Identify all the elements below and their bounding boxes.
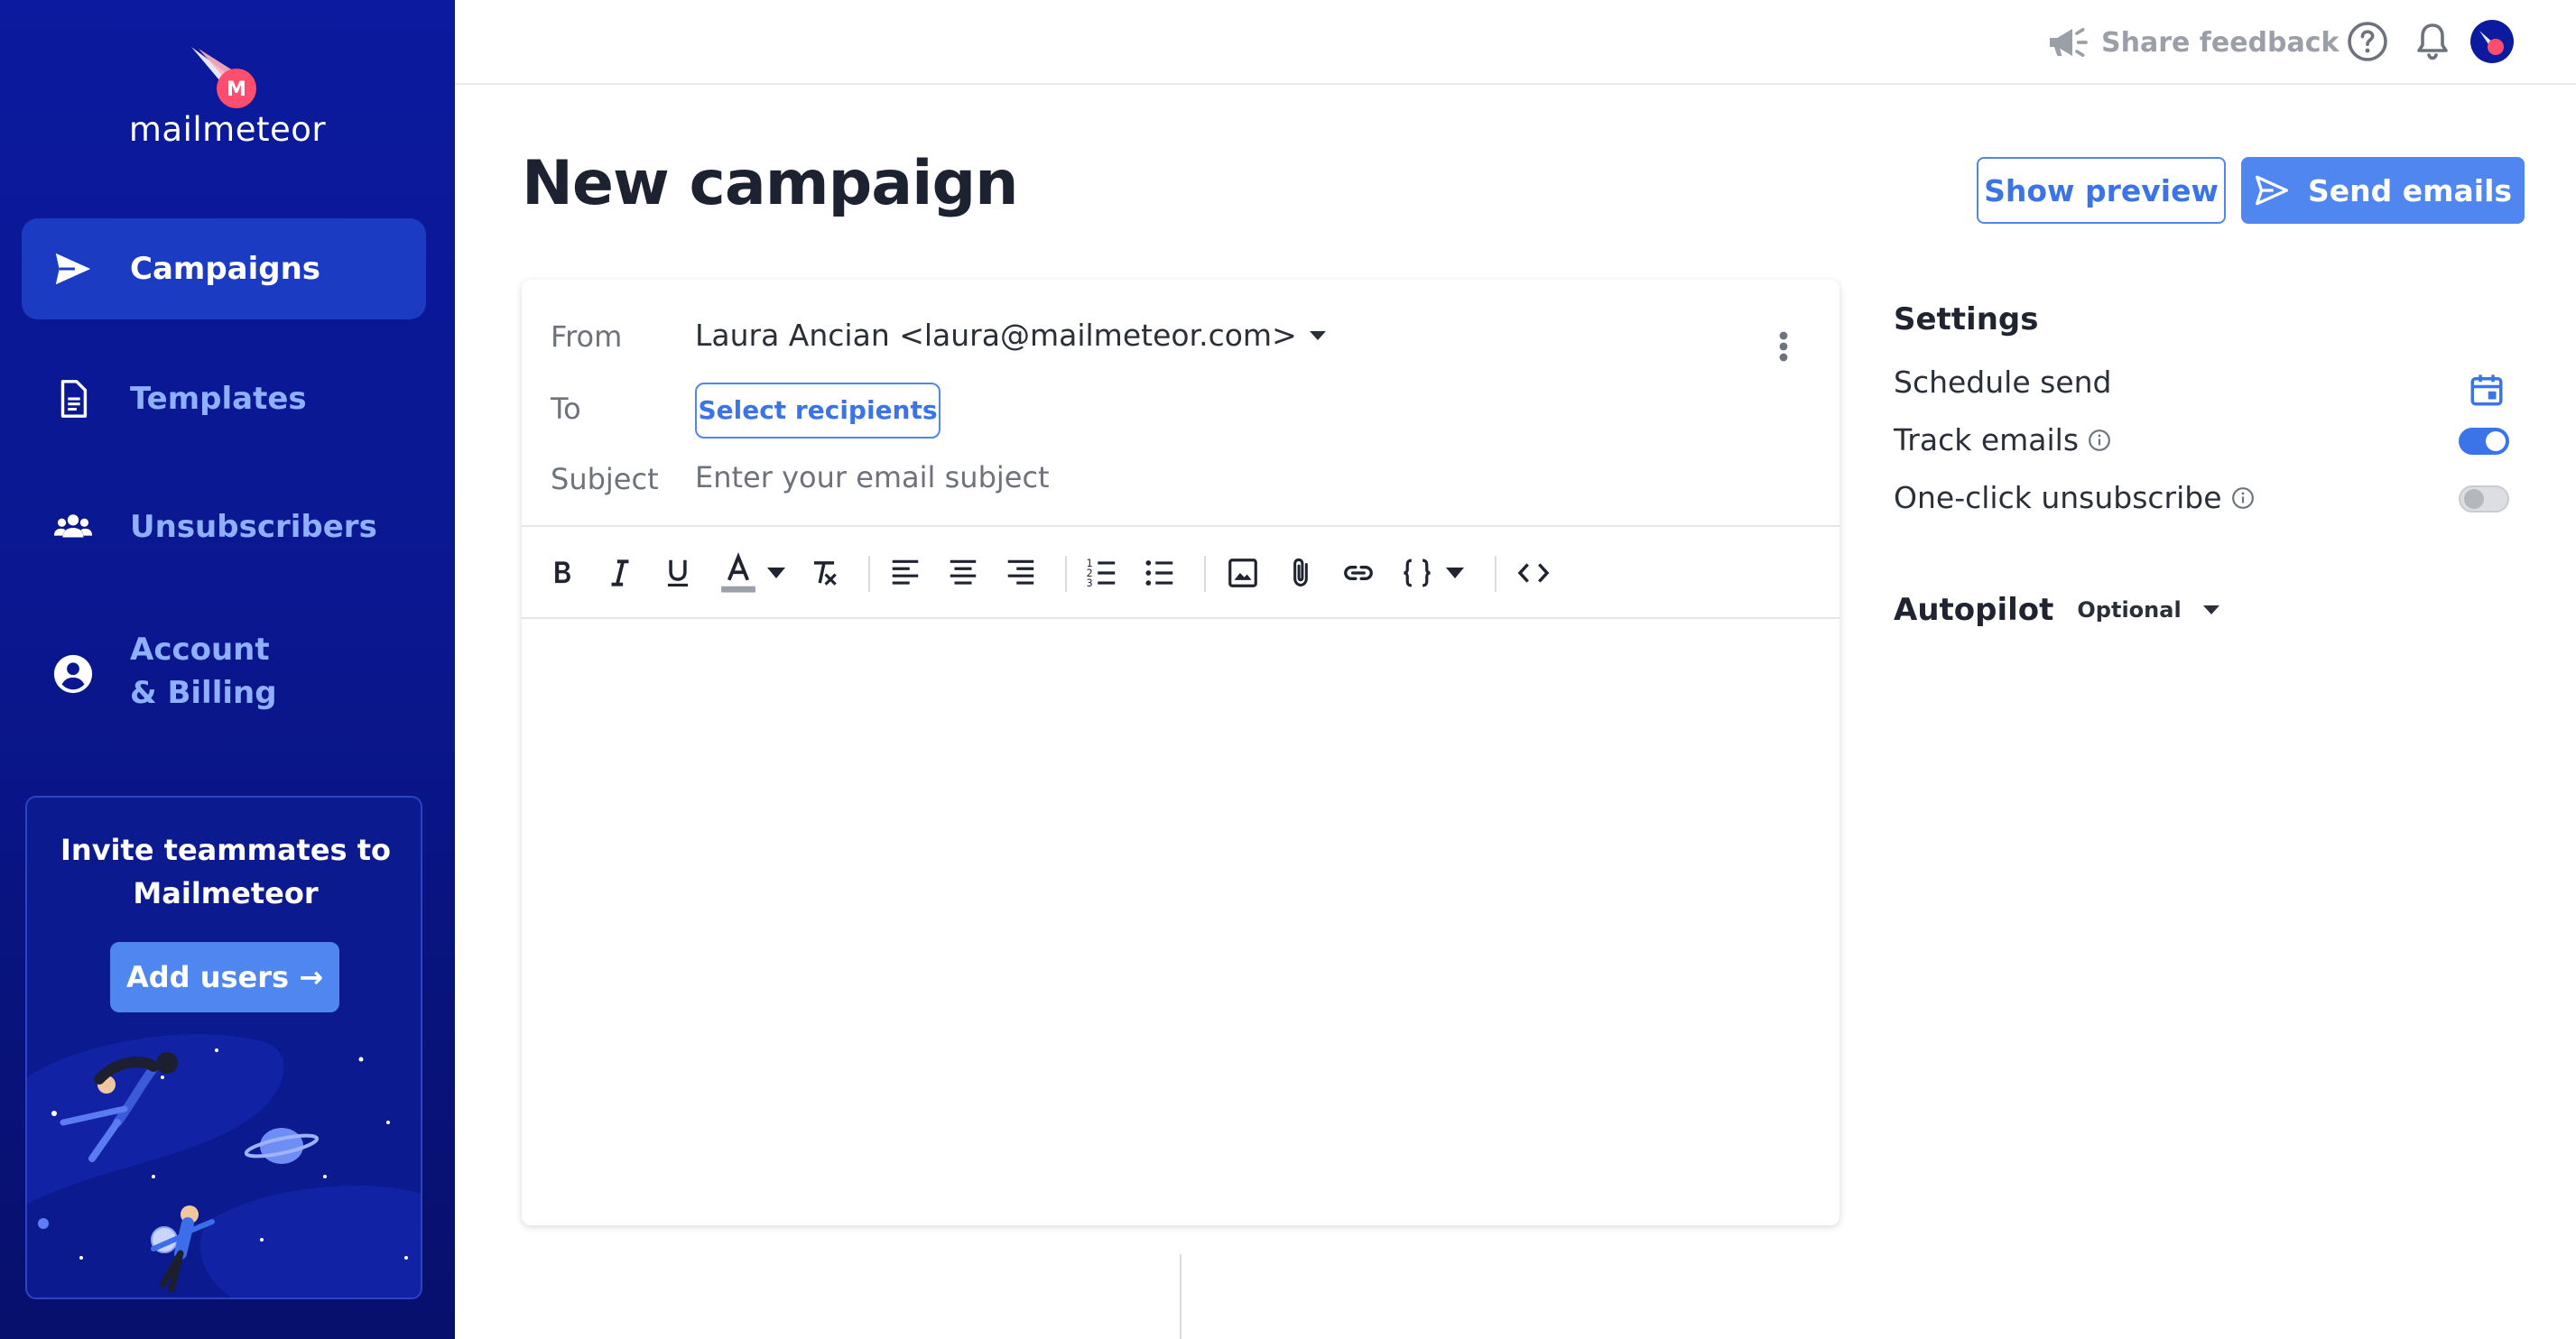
one-click-unsubscribe-toggle[interactable] bbox=[2459, 485, 2509, 513]
to-label: To bbox=[551, 392, 581, 426]
text-color-icon[interactable] bbox=[717, 552, 760, 596]
chevron-down-icon[interactable] bbox=[1446, 567, 1464, 579]
sidebar-item-templates[interactable]: Templates bbox=[22, 348, 426, 449]
sidebar: M mailmeteor Campaigns Templates Unsubsc… bbox=[0, 0, 455, 1339]
code-view-icon[interactable] bbox=[1516, 556, 1551, 590]
subject-input[interactable] bbox=[695, 453, 1796, 502]
chevron-down-icon bbox=[2202, 605, 2219, 614]
clear-format-icon[interactable] bbox=[807, 556, 841, 590]
settings-title: Settings bbox=[1894, 301, 2039, 337]
sidebar-item-label: Campaigns bbox=[130, 251, 321, 287]
from-select[interactable]: Laura Ancian <laura@mailmeteor.com> bbox=[695, 318, 1326, 353]
autopilot-value: Optional bbox=[2077, 597, 2182, 623]
account-circle-icon bbox=[53, 654, 93, 694]
sidebar-item-label: Templates bbox=[130, 381, 307, 417]
schedule-send-label: Schedule send bbox=[1894, 365, 2112, 400]
variables-icon[interactable] bbox=[1399, 556, 1435, 590]
sidebar-item-label: & Billing bbox=[130, 675, 277, 711]
toolbar-separator bbox=[868, 556, 870, 592]
avatar-logo-icon bbox=[2479, 31, 2504, 55]
sidebar-item-label: Unsubscribers bbox=[130, 509, 377, 545]
toolbar-separator bbox=[1065, 556, 1067, 592]
more-options-icon[interactable] bbox=[1778, 330, 1789, 363]
bold-icon[interactable] bbox=[545, 556, 579, 590]
invite-title: Invite teammates to Mailmeteor bbox=[27, 828, 421, 915]
invite-title-line: Mailmeteor bbox=[133, 876, 319, 910]
from-label: From bbox=[551, 319, 623, 354]
from-value: Laura Ancian <laura@mailmeteor.com> bbox=[695, 318, 1297, 353]
sidebar-item-account-billing[interactable]: Account & Billing bbox=[22, 606, 426, 742]
invite-title-line: Invite teammates to bbox=[60, 833, 391, 867]
connector-line bbox=[1180, 1254, 1181, 1339]
track-emails-text: Track emails bbox=[1894, 422, 2080, 457]
select-recipients-button[interactable]: Select recipients bbox=[695, 383, 941, 439]
info-icon[interactable] bbox=[2088, 429, 2111, 452]
chevron-down-icon bbox=[1309, 330, 1326, 340]
avatar[interactable] bbox=[2470, 20, 2514, 63]
megaphone-icon bbox=[2050, 28, 2088, 58]
one-click-unsubscribe-label: One-click unsubscribe bbox=[1894, 480, 2255, 515]
send-icon bbox=[2255, 175, 2288, 206]
link-icon[interactable] bbox=[1341, 556, 1376, 590]
autopilot-label: Autopilot bbox=[1894, 592, 2054, 628]
space-illustration bbox=[27, 1034, 421, 1297]
email-composer: From Laura Ancian <laura@mailmeteor.com>… bbox=[522, 280, 1839, 1225]
subject-label: Subject bbox=[551, 462, 659, 496]
send-emails-label: Send emails bbox=[2307, 172, 2513, 208]
formatting-toolbar: 1 2 3 bbox=[522, 527, 1839, 617]
toolbar-separator bbox=[1495, 556, 1496, 592]
sidebar-item-label: Account bbox=[130, 632, 270, 668]
schedule-send-text: Schedule send bbox=[1894, 365, 2112, 400]
info-icon[interactable] bbox=[2231, 486, 2255, 510]
toolbar-separator bbox=[1204, 556, 1206, 592]
document-icon bbox=[60, 380, 88, 418]
ordered-list-icon[interactable]: 1 2 3 bbox=[1085, 556, 1119, 590]
paper-plane-icon bbox=[55, 253, 91, 285]
email-body-editor[interactable] bbox=[522, 619, 1839, 1225]
users-icon bbox=[53, 514, 93, 538]
sidebar-item-unsubscribers[interactable]: Unsubscribers bbox=[22, 476, 426, 577]
underline-icon[interactable] bbox=[661, 556, 695, 590]
align-center-icon[interactable] bbox=[946, 556, 980, 590]
show-preview-button[interactable]: Show preview bbox=[1977, 157, 2226, 224]
topbar: Share feedback bbox=[455, 0, 2576, 85]
autopilot-dropdown[interactable]: Autopilot Optional bbox=[1894, 592, 2219, 628]
share-feedback-button[interactable]: Share feedback bbox=[2045, 20, 2339, 65]
invite-card: Invite teammates to Mailmeteor Add users… bbox=[25, 796, 422, 1299]
svg-text:3: 3 bbox=[1087, 577, 1093, 589]
sidebar-item-campaigns[interactable]: Campaigns bbox=[22, 218, 426, 319]
align-right-icon[interactable] bbox=[1004, 556, 1038, 590]
add-users-button[interactable]: Add users → bbox=[110, 942, 339, 1012]
attachment-icon[interactable] bbox=[1283, 556, 1318, 590]
bell-icon[interactable] bbox=[2411, 20, 2454, 63]
chevron-down-icon[interactable] bbox=[767, 567, 785, 579]
track-emails-label: Track emails bbox=[1894, 422, 2111, 457]
one-click-unsubscribe-text: One-click unsubscribe bbox=[1894, 480, 2222, 515]
track-emails-toggle[interactable] bbox=[2459, 428, 2509, 455]
share-feedback-label: Share feedback bbox=[2101, 26, 2340, 59]
image-icon[interactable] bbox=[1226, 556, 1260, 590]
send-emails-button[interactable]: Send emails bbox=[2241, 157, 2525, 224]
page-title: New campaign bbox=[522, 148, 1019, 219]
italic-icon[interactable] bbox=[603, 556, 637, 590]
help-icon[interactable] bbox=[2346, 20, 2389, 63]
calendar-icon[interactable] bbox=[2468, 370, 2506, 410]
align-left-icon[interactable] bbox=[888, 556, 922, 590]
toggle-knob bbox=[2486, 431, 2506, 451]
svg-text:M: M bbox=[227, 78, 246, 101]
logo-text: mailmeteor bbox=[128, 110, 327, 149]
meteor-logo-icon: M bbox=[191, 47, 256, 108]
bullet-list-icon[interactable] bbox=[1143, 556, 1177, 590]
toggle-knob bbox=[2464, 489, 2484, 509]
